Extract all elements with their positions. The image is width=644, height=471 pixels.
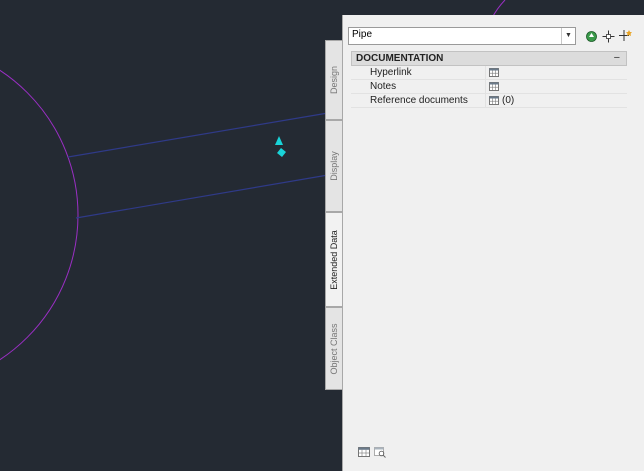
quick-select-icon[interactable] (618, 27, 634, 45)
tab-design[interactable]: Design (325, 40, 342, 120)
object-type-select[interactable]: Pipe ▼ (348, 27, 576, 45)
table-icon[interactable] (489, 68, 499, 77)
table-icon[interactable] (489, 82, 499, 91)
lower-line (75, 174, 329, 219)
table-icon[interactable] (358, 446, 370, 458)
property-row-reference-documents[interactable]: Reference documents (0) (351, 94, 627, 108)
object-type-value: Pipe (352, 29, 373, 40)
large-circle (0, 69, 79, 361)
property-value[interactable] (489, 66, 502, 79)
property-row-notes[interactable]: Notes (351, 80, 627, 94)
tab-display[interactable]: Display (325, 120, 342, 212)
property-row-hyperlink[interactable]: Hyperlink (351, 66, 627, 80)
property-value[interactable]: (0) (489, 94, 514, 107)
chevron-down-icon[interactable]: ▼ (561, 28, 575, 44)
select-style-icon[interactable] (583, 27, 599, 45)
tab-object-class[interactable]: Object Class (325, 307, 342, 390)
properties-palette: Pipe ▼ DOCUMENTATION − Hyperlink Notes R… (342, 15, 644, 471)
table-zoom-icon[interactable] (374, 446, 386, 458)
pick-object-icon[interactable] (600, 27, 616, 45)
table-icon[interactable] (489, 96, 499, 105)
property-value[interactable] (489, 80, 502, 93)
section-title: DOCUMENTATION (356, 53, 444, 64)
tab-object-class-label: Object Class (329, 322, 339, 375)
cyan-marker-triangle (275, 136, 283, 145)
vertical-tabs: Design Display Extended Data Object Clas… (325, 15, 342, 390)
tab-extended-data[interactable]: Extended Data (325, 212, 342, 307)
property-value-text: (0) (502, 95, 515, 106)
tab-extended-data-label: Extended Data (329, 229, 339, 290)
property-label: Hyperlink (370, 67, 412, 78)
cyan-marker-square (277, 148, 286, 157)
documentation-section-header[interactable]: DOCUMENTATION − (351, 51, 627, 66)
property-label: Notes (370, 81, 397, 92)
tab-design-label: Design (329, 65, 339, 95)
collapse-icon[interactable]: − (614, 52, 620, 65)
property-label: Reference documents (370, 95, 468, 106)
tab-display-label: Display (329, 151, 339, 181)
upper-line (67, 112, 329, 158)
